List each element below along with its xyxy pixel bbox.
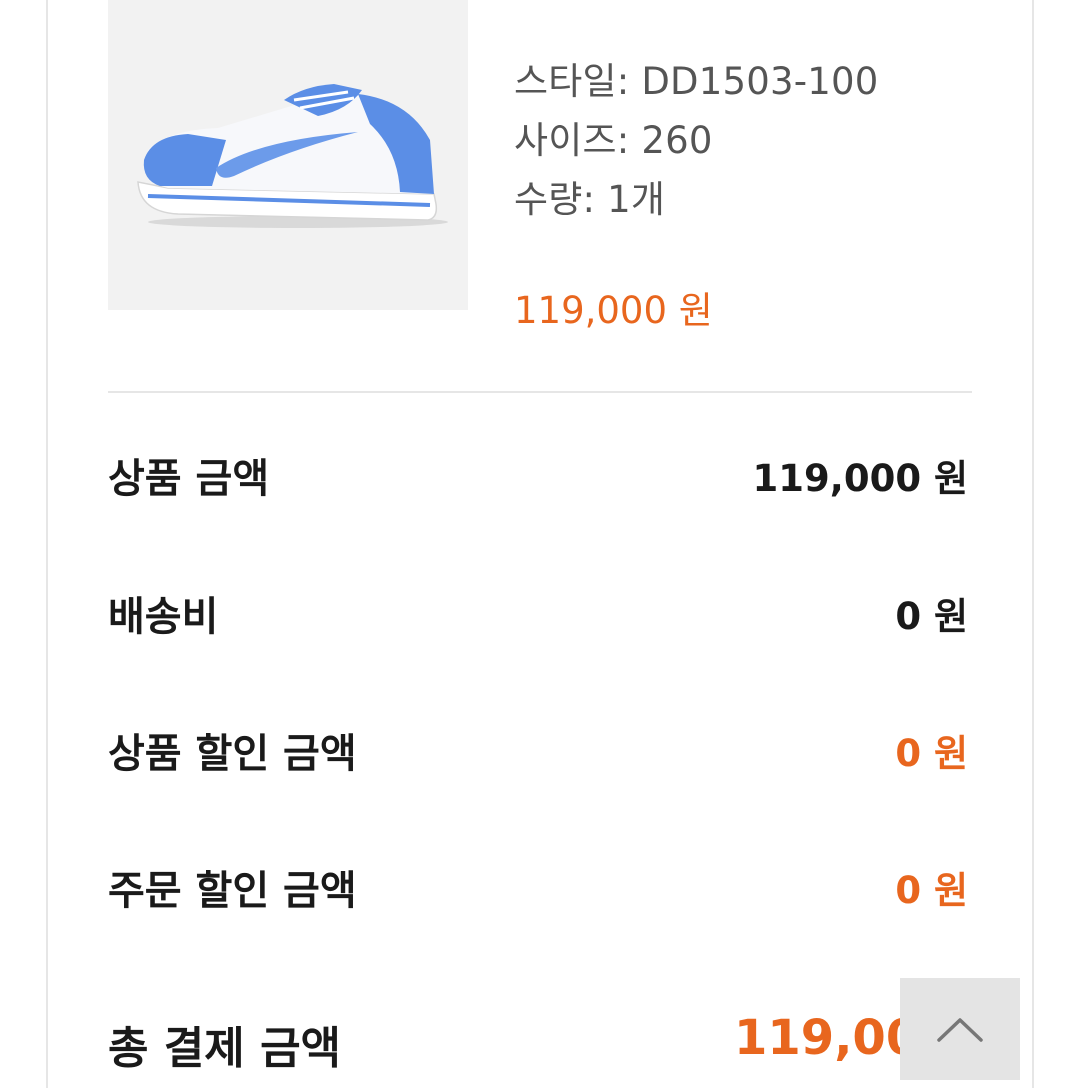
scroll-to-top-button[interactable]: [900, 978, 1020, 1080]
summary-value: 119,000 원: [752, 457, 968, 500]
total-label: 총 결제 금액: [108, 1023, 342, 1074]
summary-row-product-amount: 상품 금액 119,000 원: [108, 446, 972, 516]
summary-label: 배송비: [108, 594, 219, 640]
summary-row-shipping: 배송비 0 원: [108, 584, 972, 654]
product-quantity: 수량: 1개: [514, 178, 666, 221]
divider: [108, 391, 972, 393]
product-style: 스타일: DD1503-100: [514, 60, 879, 103]
product-meta: 스타일: DD1503-100 사이즈: 260 수량: 1개: [514, 52, 878, 229]
summary-value: 0 원: [895, 869, 968, 912]
summary-row-product-discount: 상품 할인 금액 0 원: [108, 721, 972, 791]
product-size: 사이즈: 260: [514, 119, 713, 162]
summary-label: 주문 할인 금액: [108, 868, 357, 914]
product-price: 119,000 원: [514, 289, 713, 332]
summary-row-order-discount: 주문 할인 금액 0 원: [108, 858, 972, 928]
chevron-up-icon: [937, 1018, 983, 1042]
product-image[interactable]: [108, 0, 468, 310]
summary-label: 상품 할인 금액: [108, 731, 357, 777]
summary-label: 상품 금액: [108, 456, 270, 502]
sneaker-icon: [137, 84, 448, 228]
total-value: 119,000: [734, 1010, 904, 1066]
summary-value: 0 원: [895, 732, 968, 775]
summary-value: 0 원: [895, 595, 968, 638]
